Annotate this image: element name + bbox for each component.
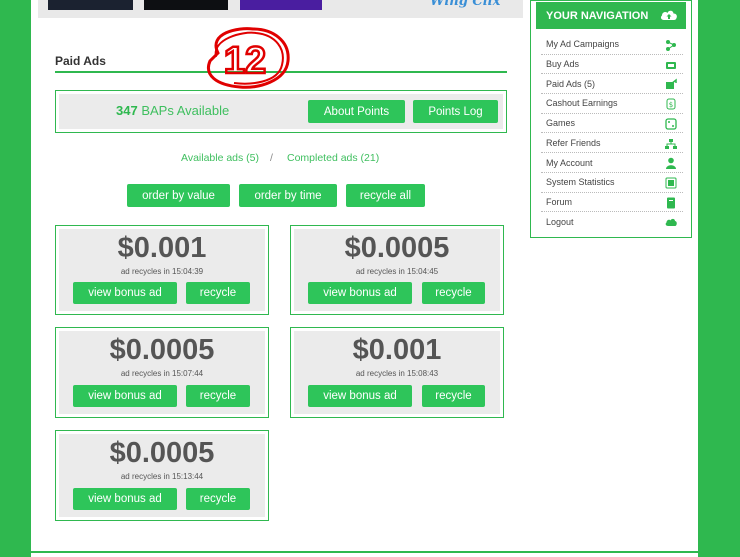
user-icon xyxy=(666,157,676,170)
nav-item-cashout-earnings[interactable]: Cashout Earnings $ xyxy=(541,94,683,114)
nav-item-paid-ads[interactable]: Paid Ads (5) xyxy=(541,74,683,95)
ad-recycle-timer: ad recycles in 15:04:39 xyxy=(120,267,204,276)
ad-value: $0.0005 xyxy=(344,232,450,264)
completed-ads-link[interactable]: Completed ads (21) xyxy=(287,152,379,164)
recycle-button[interactable]: recycle xyxy=(422,385,485,407)
nav-item-label: My Ad Campaigns xyxy=(546,39,620,50)
order-by-value-button[interactable]: order by value xyxy=(127,184,230,207)
share-icon xyxy=(666,78,677,90)
network-icon xyxy=(665,138,677,149)
page-title: Paid Ads xyxy=(55,54,106,68)
cart-icon xyxy=(666,61,676,69)
nav-item-my-ad-campaigns[interactable]: My Ad Campaigns xyxy=(541,35,683,55)
view-bonus-ad-button[interactable]: view bonus ad xyxy=(308,385,412,407)
nav-item-label: Logout xyxy=(546,217,574,228)
nav-item-label: Buy Ads xyxy=(546,59,580,70)
nav-item-label: Games xyxy=(546,118,576,129)
money-icon: $ xyxy=(666,98,676,110)
ad-recycle-timer: ad recycles in 15:13:44 xyxy=(120,472,204,481)
site-logo[interactable]: Wing Clix xyxy=(430,0,500,9)
nav-item-games[interactable]: Games xyxy=(541,114,683,134)
nav-item-forum[interactable]: Forum xyxy=(541,193,683,213)
view-bonus-ad-button[interactable]: view bonus ad xyxy=(308,282,412,304)
view-bonus-ad-button[interactable]: view bonus ad xyxy=(73,282,177,304)
ad-value: $0.001 xyxy=(352,334,442,366)
nav-item-logout[interactable]: Logout xyxy=(541,212,683,232)
points-available: 347 BAPs Available xyxy=(116,103,229,118)
nav-item-system-statistics[interactable]: System Statistics xyxy=(541,173,683,193)
banner-thumbnail[interactable] xyxy=(240,0,322,10)
navigation-title: YOUR NAVIGATION xyxy=(546,9,649,22)
book-icon xyxy=(667,197,675,209)
ad-recycle-timer: ad recycles in 15:08:43 xyxy=(355,369,439,378)
available-ads-link[interactable]: Available ads (5) xyxy=(181,152,259,164)
nav-item-my-account[interactable]: My Account xyxy=(541,153,683,173)
page-bottom-divider xyxy=(31,551,698,553)
stamp-number: 12 xyxy=(224,40,266,82)
view-bonus-ad-button[interactable]: view bonus ad xyxy=(73,385,177,407)
cloud-upload-icon xyxy=(660,10,677,20)
svg-text:$: $ xyxy=(669,101,673,109)
nav-item-label: My Account xyxy=(546,157,593,168)
ad-value: $0.001 xyxy=(117,232,207,264)
nav-item-label: System Statistics xyxy=(546,177,615,188)
nav-item-label: Paid Ads (5) xyxy=(546,78,596,89)
banner-thumbnail[interactable] xyxy=(48,0,133,10)
ad-recycle-timer: ad recycles in 15:04:45 xyxy=(355,267,439,276)
points-count: 347 xyxy=(116,103,138,118)
ad-recycle-timer: ad recycles in 15:07:44 xyxy=(120,369,204,378)
nav-item-label: Forum xyxy=(546,196,573,207)
recycle-button[interactable]: recycle xyxy=(186,488,250,510)
recycle-all-button[interactable]: recycle all xyxy=(346,184,425,207)
points-log-button[interactable]: Points Log xyxy=(413,100,498,123)
filter-separator: / xyxy=(270,152,273,164)
stats-icon xyxy=(665,177,677,189)
recycle-button[interactable]: recycle xyxy=(186,385,250,407)
dice-icon xyxy=(665,118,677,130)
banner-thumbnail[interactable] xyxy=(144,0,228,10)
ad-value: $0.0005 xyxy=(109,437,215,469)
recycle-button[interactable]: recycle xyxy=(186,282,250,304)
red-number-stamp: 12 xyxy=(207,27,290,89)
cloud-icon xyxy=(665,219,677,227)
campaigns-icon xyxy=(666,40,676,51)
ad-value: $0.0005 xyxy=(109,334,215,366)
navigation-header: YOUR NAVIGATION xyxy=(536,2,686,29)
nav-item-label: Refer Friends xyxy=(546,137,601,148)
nav-item-label: Cashout Earnings xyxy=(546,98,618,109)
order-by-time-button[interactable]: order by time xyxy=(239,184,337,207)
view-bonus-ad-button[interactable]: view bonus ad xyxy=(73,488,177,510)
recycle-button[interactable]: recycle xyxy=(422,282,485,304)
about-points-button[interactable]: About Points xyxy=(308,100,405,123)
points-label: BAPs Available xyxy=(141,103,230,118)
nav-item-refer-friends[interactable]: Refer Friends xyxy=(541,134,683,154)
nav-item-buy-ads[interactable]: Buy Ads xyxy=(541,55,683,75)
